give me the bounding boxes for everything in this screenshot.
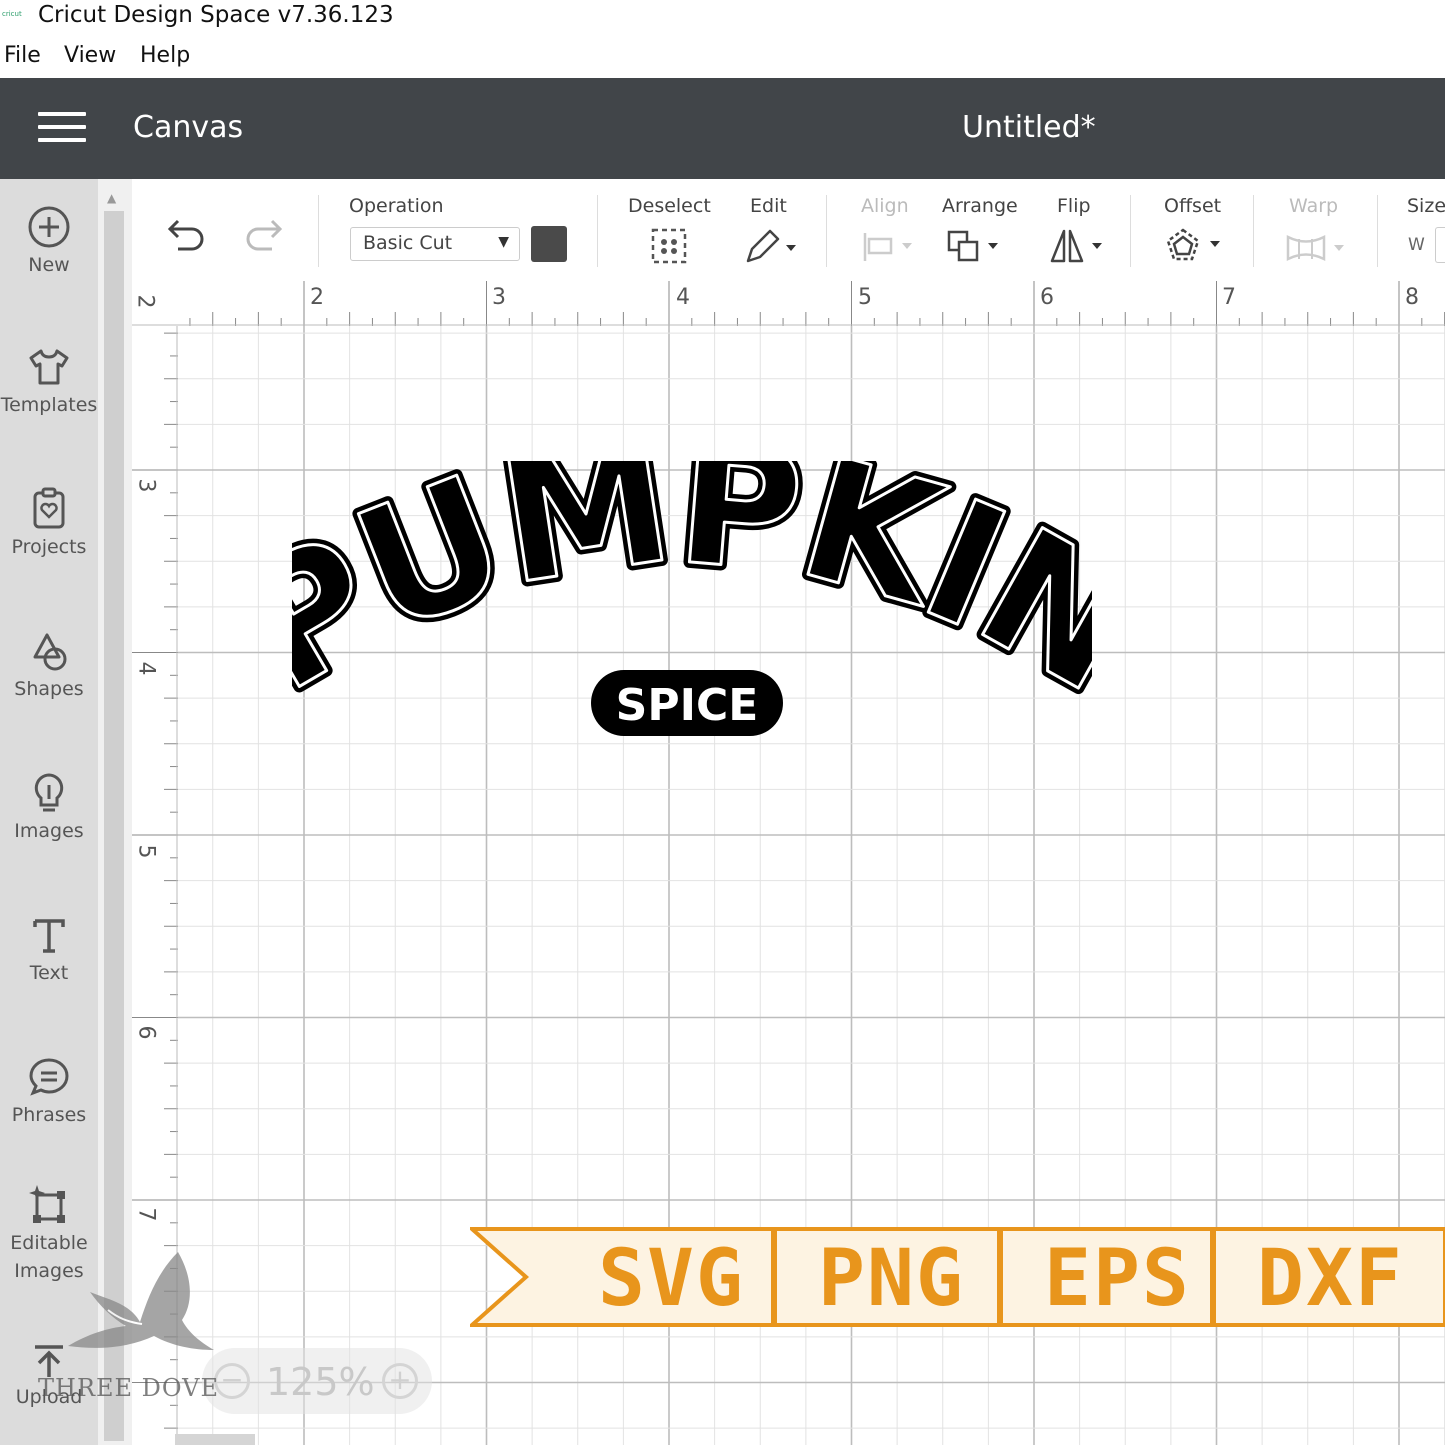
arrange-label: Arrange <box>942 195 1018 217</box>
clipboard-heart-icon <box>33 487 65 529</box>
format-png: PNG <box>818 1234 965 1324</box>
document-title[interactable]: Untitled* <box>962 110 1096 145</box>
menu-file[interactable]: File <box>4 43 41 68</box>
ruler-number: 5 <box>858 285 872 310</box>
undo-icon[interactable] <box>166 217 208 251</box>
ruler-number: 6 <box>133 1025 159 1040</box>
sidebar-item-label: Projects <box>11 536 87 558</box>
spice-badge-text: SPICE <box>616 680 759 731</box>
ruler-number: 3 <box>133 478 159 493</box>
size-width-input[interactable] <box>1435 227 1445 263</box>
warp-icon[interactable] <box>1284 231 1348 265</box>
sidebar-item-label: New <box>28 254 70 276</box>
format-eps: EPS <box>1044 1234 1191 1324</box>
sidebar-item-templates[interactable]: Templates <box>0 345 98 421</box>
speech-bubble-icon <box>29 1058 69 1096</box>
chevron-down-icon: ▼ <box>498 234 509 250</box>
deselect-label: Deselect <box>628 195 711 217</box>
arrange-icon[interactable] <box>946 229 1002 265</box>
offset-label: Offset <box>1164 195 1222 217</box>
menu-view[interactable]: View <box>64 43 116 68</box>
sidebar-item-label: Shapes <box>14 678 84 700</box>
sidebar-item-label: Text <box>29 962 69 984</box>
ruler-number: 2 <box>310 285 324 310</box>
sidebar-item-shapes[interactable]: Shapes <box>0 629 98 705</box>
plus-circle-icon <box>28 206 70 248</box>
shirt-icon <box>29 349 69 385</box>
sidebar-item-new[interactable]: New <box>0 205 98 281</box>
ruler-number: 6 <box>1040 285 1054 310</box>
ruler-ticks <box>132 281 1445 326</box>
format-svg: SVG <box>598 1234 745 1324</box>
ruler-number: 3 <box>492 285 506 310</box>
offset-icon[interactable] <box>1164 227 1224 265</box>
menu-help[interactable]: Help <box>140 43 190 68</box>
flip-label: Flip <box>1057 195 1091 217</box>
ruler-number: 7 <box>1222 285 1236 310</box>
toolbar-divider <box>1253 195 1254 267</box>
file-format-banner: SVG PNG EPS DXF <box>470 1226 1445 1328</box>
dove-logo-icon <box>68 1252 214 1350</box>
edit-pencil-icon[interactable] <box>742 227 802 265</box>
sidebar-item-label: Templates <box>0 394 98 416</box>
align-label: Align <box>861 195 909 217</box>
zoom-in-button[interactable]: + <box>382 1363 418 1399</box>
size-label: Size <box>1407 195 1445 217</box>
toolbar-divider <box>826 195 827 267</box>
window-titlebar: cricut Cricut Design Space v7.36.123 <box>0 0 1445 32</box>
size-width-label: W <box>1408 235 1425 255</box>
horizontal-scrollbar-thumb[interactable] <box>175 1434 255 1445</box>
zoom-level: 125% <box>266 1360 375 1404</box>
sidebar-item-projects[interactable]: Projects <box>0 487 98 563</box>
ruler-horizontal: 2 2 3 4 5 6 7 8 <box>132 281 1445 326</box>
ruler-number: 4 <box>133 661 159 676</box>
app-header: Canvas Untitled* <box>0 78 1445 179</box>
ruler-number: 7 <box>133 1207 159 1222</box>
editable-image-icon <box>29 1185 65 1223</box>
ruler-number: 8 <box>1405 285 1419 310</box>
toolbar-divider <box>597 195 598 267</box>
pumpkin-spice-design[interactable]: PUMPKIN PUMPKIN SPICE <box>292 461 1092 751</box>
ruler-number: 2 <box>132 294 158 309</box>
lightbulb-icon <box>34 773 64 812</box>
watermark-text: THREE DOVE <box>38 1374 220 1402</box>
toolbar-divider <box>318 195 319 267</box>
flip-icon[interactable] <box>1048 227 1106 265</box>
operation-select[interactable]: Basic Cut ▼ <box>350 227 520 261</box>
window-title: Cricut Design Space v7.36.123 <box>38 2 394 28</box>
sidebar-item-label: Images <box>14 820 84 842</box>
operation-label: Operation <box>349 195 444 217</box>
format-dxf: DXF <box>1257 1234 1404 1324</box>
ruler-number: 5 <box>133 844 159 859</box>
sidebar-item-images[interactable]: Images <box>0 771 98 847</box>
sidebar-item-text[interactable]: Text <box>0 913 98 989</box>
three-dove-watermark: THREE DOVE <box>38 1250 258 1420</box>
app-logo-icon: cricut <box>2 10 22 18</box>
text-t-icon <box>33 919 65 953</box>
toolbar-divider <box>1130 195 1131 267</box>
sidebar-item-phrases[interactable]: Phrases <box>0 1055 98 1131</box>
edit-label: Edit <box>750 195 787 217</box>
sidebar-item-label: Phrases <box>11 1104 87 1126</box>
warp-label: Warp <box>1289 195 1339 217</box>
scroll-up-icon[interactable]: ▲ <box>107 191 116 205</box>
operation-color-swatch[interactable] <box>531 226 567 262</box>
shapes-icon <box>33 633 67 671</box>
edit-toolbar: Operation Basic Cut ▼ Deselect Edit Alig… <box>132 179 1445 282</box>
redo-icon[interactable] <box>242 217 284 251</box>
ruler-number: 4 <box>676 285 690 310</box>
toolbar-divider <box>1377 195 1378 267</box>
hamburger-menu-icon[interactable] <box>38 112 86 144</box>
deselect-icon[interactable] <box>650 227 688 265</box>
menu-bar: File View Help <box>0 40 1445 76</box>
align-icon[interactable] <box>862 231 916 263</box>
section-title: Canvas <box>133 110 244 145</box>
operation-value: Basic Cut <box>363 232 453 254</box>
